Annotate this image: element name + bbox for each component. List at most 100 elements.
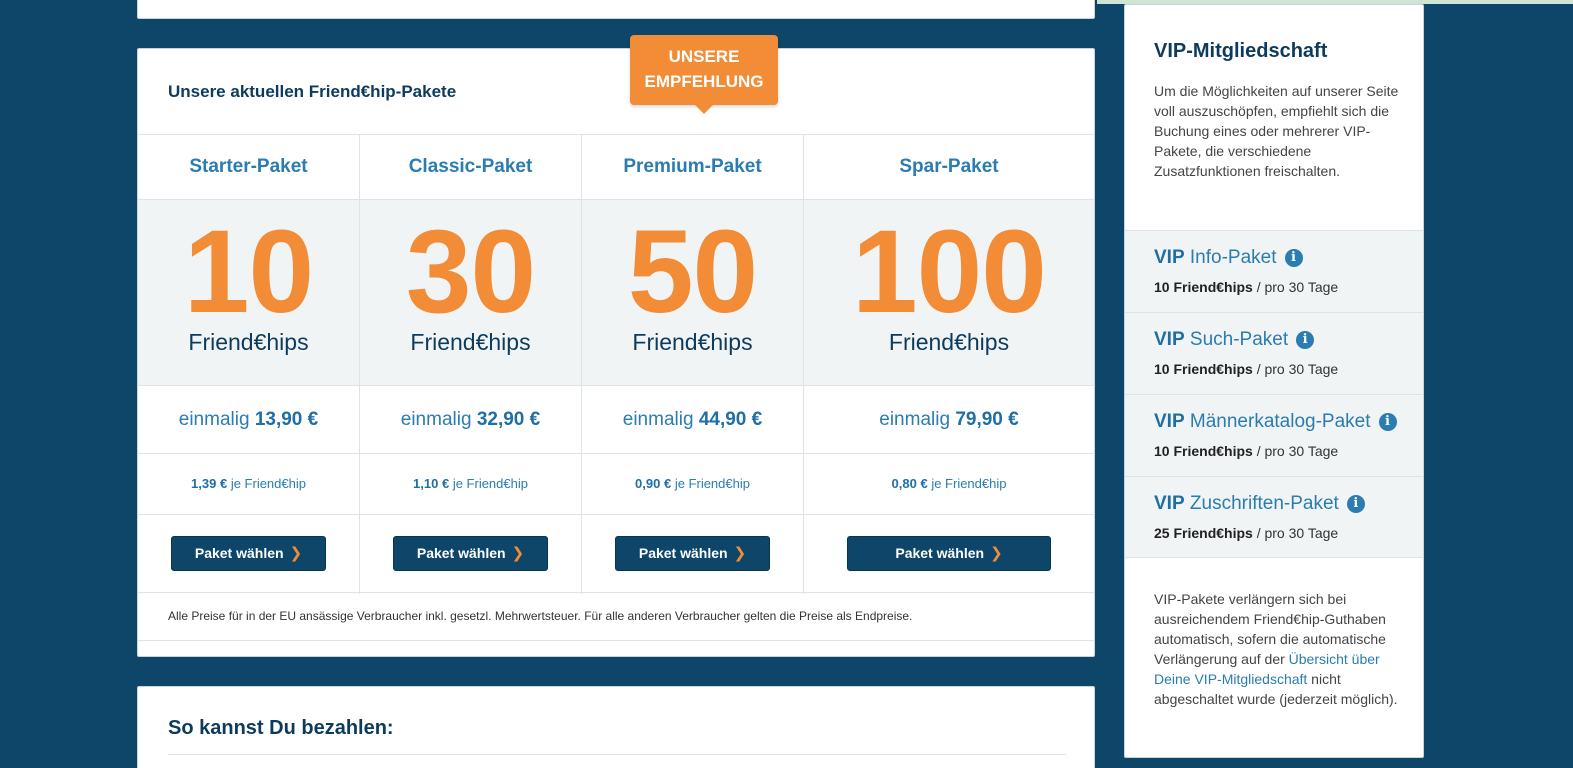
price-value: 44,90 € bbox=[698, 409, 763, 430]
vip-package-name: Such-Paket bbox=[1189, 329, 1289, 350]
vip-title: VIP-Mitgliedschaft bbox=[1154, 40, 1328, 62]
button-label: Paket wählen bbox=[194, 545, 284, 561]
chevron-right-icon: ❯ bbox=[511, 545, 525, 562]
packages-grid: Starter-Paket 10 Friend€hips einmalig 13… bbox=[138, 134, 1094, 594]
unit-price-value: 1,10 € bbox=[413, 476, 450, 491]
choose-package-button-starter[interactable]: Paket wählen ❯ bbox=[171, 536, 326, 571]
package-quantity-box: 100 Friend€hips bbox=[804, 200, 1094, 386]
payment-card: So kannst Du bezahlen: bbox=[137, 686, 1095, 768]
price-value: 32,90 € bbox=[476, 409, 541, 430]
info-icon[interactable]: i bbox=[1378, 413, 1397, 431]
chevron-right-icon: ❯ bbox=[289, 545, 303, 562]
vip-item-name: VIP Such-Paket i bbox=[1154, 329, 1315, 351]
price-value: 13,90 € bbox=[254, 409, 319, 430]
vip-period: / pro 30 Tage bbox=[1256, 443, 1339, 459]
package-button-cell: Paket wählen ❯ bbox=[360, 515, 581, 594]
divider bbox=[138, 592, 1094, 593]
vip-period: / pro 30 Tage bbox=[1256, 525, 1339, 541]
vip-item-name: VIP Info-Paket i bbox=[1154, 247, 1303, 269]
vip-package-name: Info-Paket bbox=[1189, 247, 1277, 268]
package-button-cell: Paket wählen ❯ bbox=[582, 515, 803, 594]
vip-prefix: VIP bbox=[1154, 411, 1185, 432]
choose-package-button-spar[interactable]: Paket wählen ❯ bbox=[847, 536, 1051, 571]
button-label: Paket wählen bbox=[416, 545, 506, 561]
vip-amount: 10 Friend€hips bbox=[1154, 443, 1253, 459]
package-quantity: 10 bbox=[183, 206, 314, 338]
vip-item-price: 10 Friend€hips / pro 30 Tage bbox=[1154, 443, 1338, 459]
vip-item-zuschriften: VIP Zuschriften-Paket i 25 Friend€hips / … bbox=[1125, 476, 1423, 558]
vip-item-price: 10 Friend€hips / pro 30 Tage bbox=[1154, 361, 1338, 377]
package-quantity-box: 30 Friend€hips bbox=[360, 200, 581, 386]
payment-title: So kannst Du bezahlen: bbox=[168, 717, 394, 739]
package-price: einmalig 13,90 € bbox=[138, 386, 359, 454]
package-price: einmalig 79,90 € bbox=[804, 386, 1094, 454]
choose-package-button-classic[interactable]: Paket wählen ❯ bbox=[393, 536, 548, 571]
unit-price-label: je Friend€hip bbox=[931, 476, 1007, 491]
vip-prefix: VIP bbox=[1154, 247, 1185, 268]
packages-title: Unsere aktuellen Friend€hip-Pakete bbox=[168, 82, 457, 101]
vip-intro: Um die Möglichkeiten auf unserer Seite v… bbox=[1154, 83, 1399, 179]
package-column-premium: Premium-Paket 50 Friend€hips einmalig 44… bbox=[582, 135, 804, 594]
package-name: Premium-Paket bbox=[582, 135, 803, 200]
vip-amount: 10 Friend€hips bbox=[1154, 361, 1253, 377]
vip-prefix: VIP bbox=[1154, 493, 1185, 514]
package-column-classic: Classic-Paket 30 Friend€hips einmalig 32… bbox=[360, 135, 582, 594]
unit-price-value: 0,80 € bbox=[891, 476, 928, 491]
vip-period: / pro 30 Tage bbox=[1256, 279, 1339, 295]
packages-card: Unsere aktuellen Friend€hip-Pakete UNSER… bbox=[137, 35, 1095, 657]
package-price: einmalig 44,90 € bbox=[582, 386, 803, 454]
package-name: Starter-Paket bbox=[138, 135, 359, 200]
package-name: Classic-Paket bbox=[360, 135, 581, 200]
price-value: 79,90 € bbox=[955, 409, 1019, 430]
unit-price-value: 0,90 € bbox=[635, 476, 672, 491]
package-unit-price: 0,90 € je Friend€hip bbox=[582, 454, 803, 515]
info-icon[interactable]: i bbox=[1296, 331, 1315, 349]
button-label: Paket wählen bbox=[895, 545, 985, 561]
package-unit: Friend€hips bbox=[410, 329, 531, 355]
unit-price-label: je Friend€hip bbox=[230, 476, 306, 491]
package-quantity-box: 50 Friend€hips bbox=[582, 200, 803, 386]
package-column-starter: Starter-Paket 10 Friend€hips einmalig 13… bbox=[138, 135, 360, 594]
badge-line-1: UNSERE bbox=[668, 47, 740, 66]
package-price: einmalig 32,90 € bbox=[360, 386, 581, 454]
unit-price-value: 1,39 € bbox=[191, 476, 228, 491]
package-name: Spar-Paket bbox=[804, 135, 1094, 200]
chevron-right-icon: ❯ bbox=[990, 545, 1003, 562]
vip-prefix: VIP bbox=[1154, 329, 1185, 350]
info-icon[interactable]: i bbox=[1346, 495, 1365, 513]
package-quantity: 50 bbox=[627, 206, 758, 338]
choose-package-button-premium[interactable]: Paket wählen ❯ bbox=[615, 536, 770, 571]
price-prefix: einmalig bbox=[178, 409, 250, 430]
button-label: Paket wählen bbox=[638, 545, 728, 561]
vip-item-price: 25 Friend€hips / pro 30 Tage bbox=[1154, 525, 1338, 541]
divider bbox=[138, 640, 1094, 641]
price-prefix: einmalig bbox=[879, 409, 951, 430]
vip-package-name: Zuschriften-Paket bbox=[1189, 493, 1339, 514]
package-quantity-box: 10 Friend€hips bbox=[138, 200, 359, 386]
vip-amount: 10 Friend€hips bbox=[1154, 279, 1253, 295]
recommendation-badge: UNSERE EMPFEHLUNG bbox=[630, 35, 778, 114]
price-prefix: einmalig bbox=[622, 409, 694, 430]
vip-amount: 25 Friend€hips bbox=[1154, 525, 1253, 541]
vip-item-price: 10 Friend€hips / pro 30 Tage bbox=[1154, 279, 1338, 295]
vip-renewal-note: VIP-Pakete verlängern sich bei ausreiche… bbox=[1154, 589, 1404, 709]
package-button-cell: Paket wählen ❯ bbox=[138, 515, 359, 594]
vip-item-info: VIP Info-Paket i 10 Friend€hips / pro 30 … bbox=[1125, 230, 1423, 312]
vip-item-name: VIP Männerkatalog-Paket i bbox=[1154, 411, 1397, 433]
vip-item-such: VIP Such-Paket i 10 Friend€hips / pro 30 … bbox=[1125, 312, 1423, 394]
price-disclaimer: Alle Preise für in der EU ansässige Verb… bbox=[168, 609, 913, 623]
chevron-right-icon: ❯ bbox=[733, 545, 747, 562]
package-quantity: 100 bbox=[852, 206, 1047, 338]
package-unit-price: 0,80 € je Friend€hip bbox=[804, 454, 1094, 515]
badge-line-2: EMPFEHLUNG bbox=[644, 72, 764, 91]
unit-price-label: je Friend€hip bbox=[452, 476, 528, 491]
info-icon[interactable]: i bbox=[1284, 249, 1303, 267]
package-column-spar: Spar-Paket 100 Friend€hips einmalig 79,9… bbox=[804, 135, 1094, 594]
previous-card bbox=[137, 0, 1095, 19]
vip-sidebar: VIP-Mitgliedschaft Um die Möglichkeiten … bbox=[1124, 4, 1424, 758]
price-prefix: einmalig bbox=[400, 409, 472, 430]
package-button-cell: Paket wählen ❯ bbox=[804, 515, 1094, 594]
unit-price-label: je Friend€hip bbox=[674, 476, 750, 491]
package-unit: Friend€hips bbox=[888, 329, 1010, 355]
divider bbox=[168, 754, 1066, 755]
